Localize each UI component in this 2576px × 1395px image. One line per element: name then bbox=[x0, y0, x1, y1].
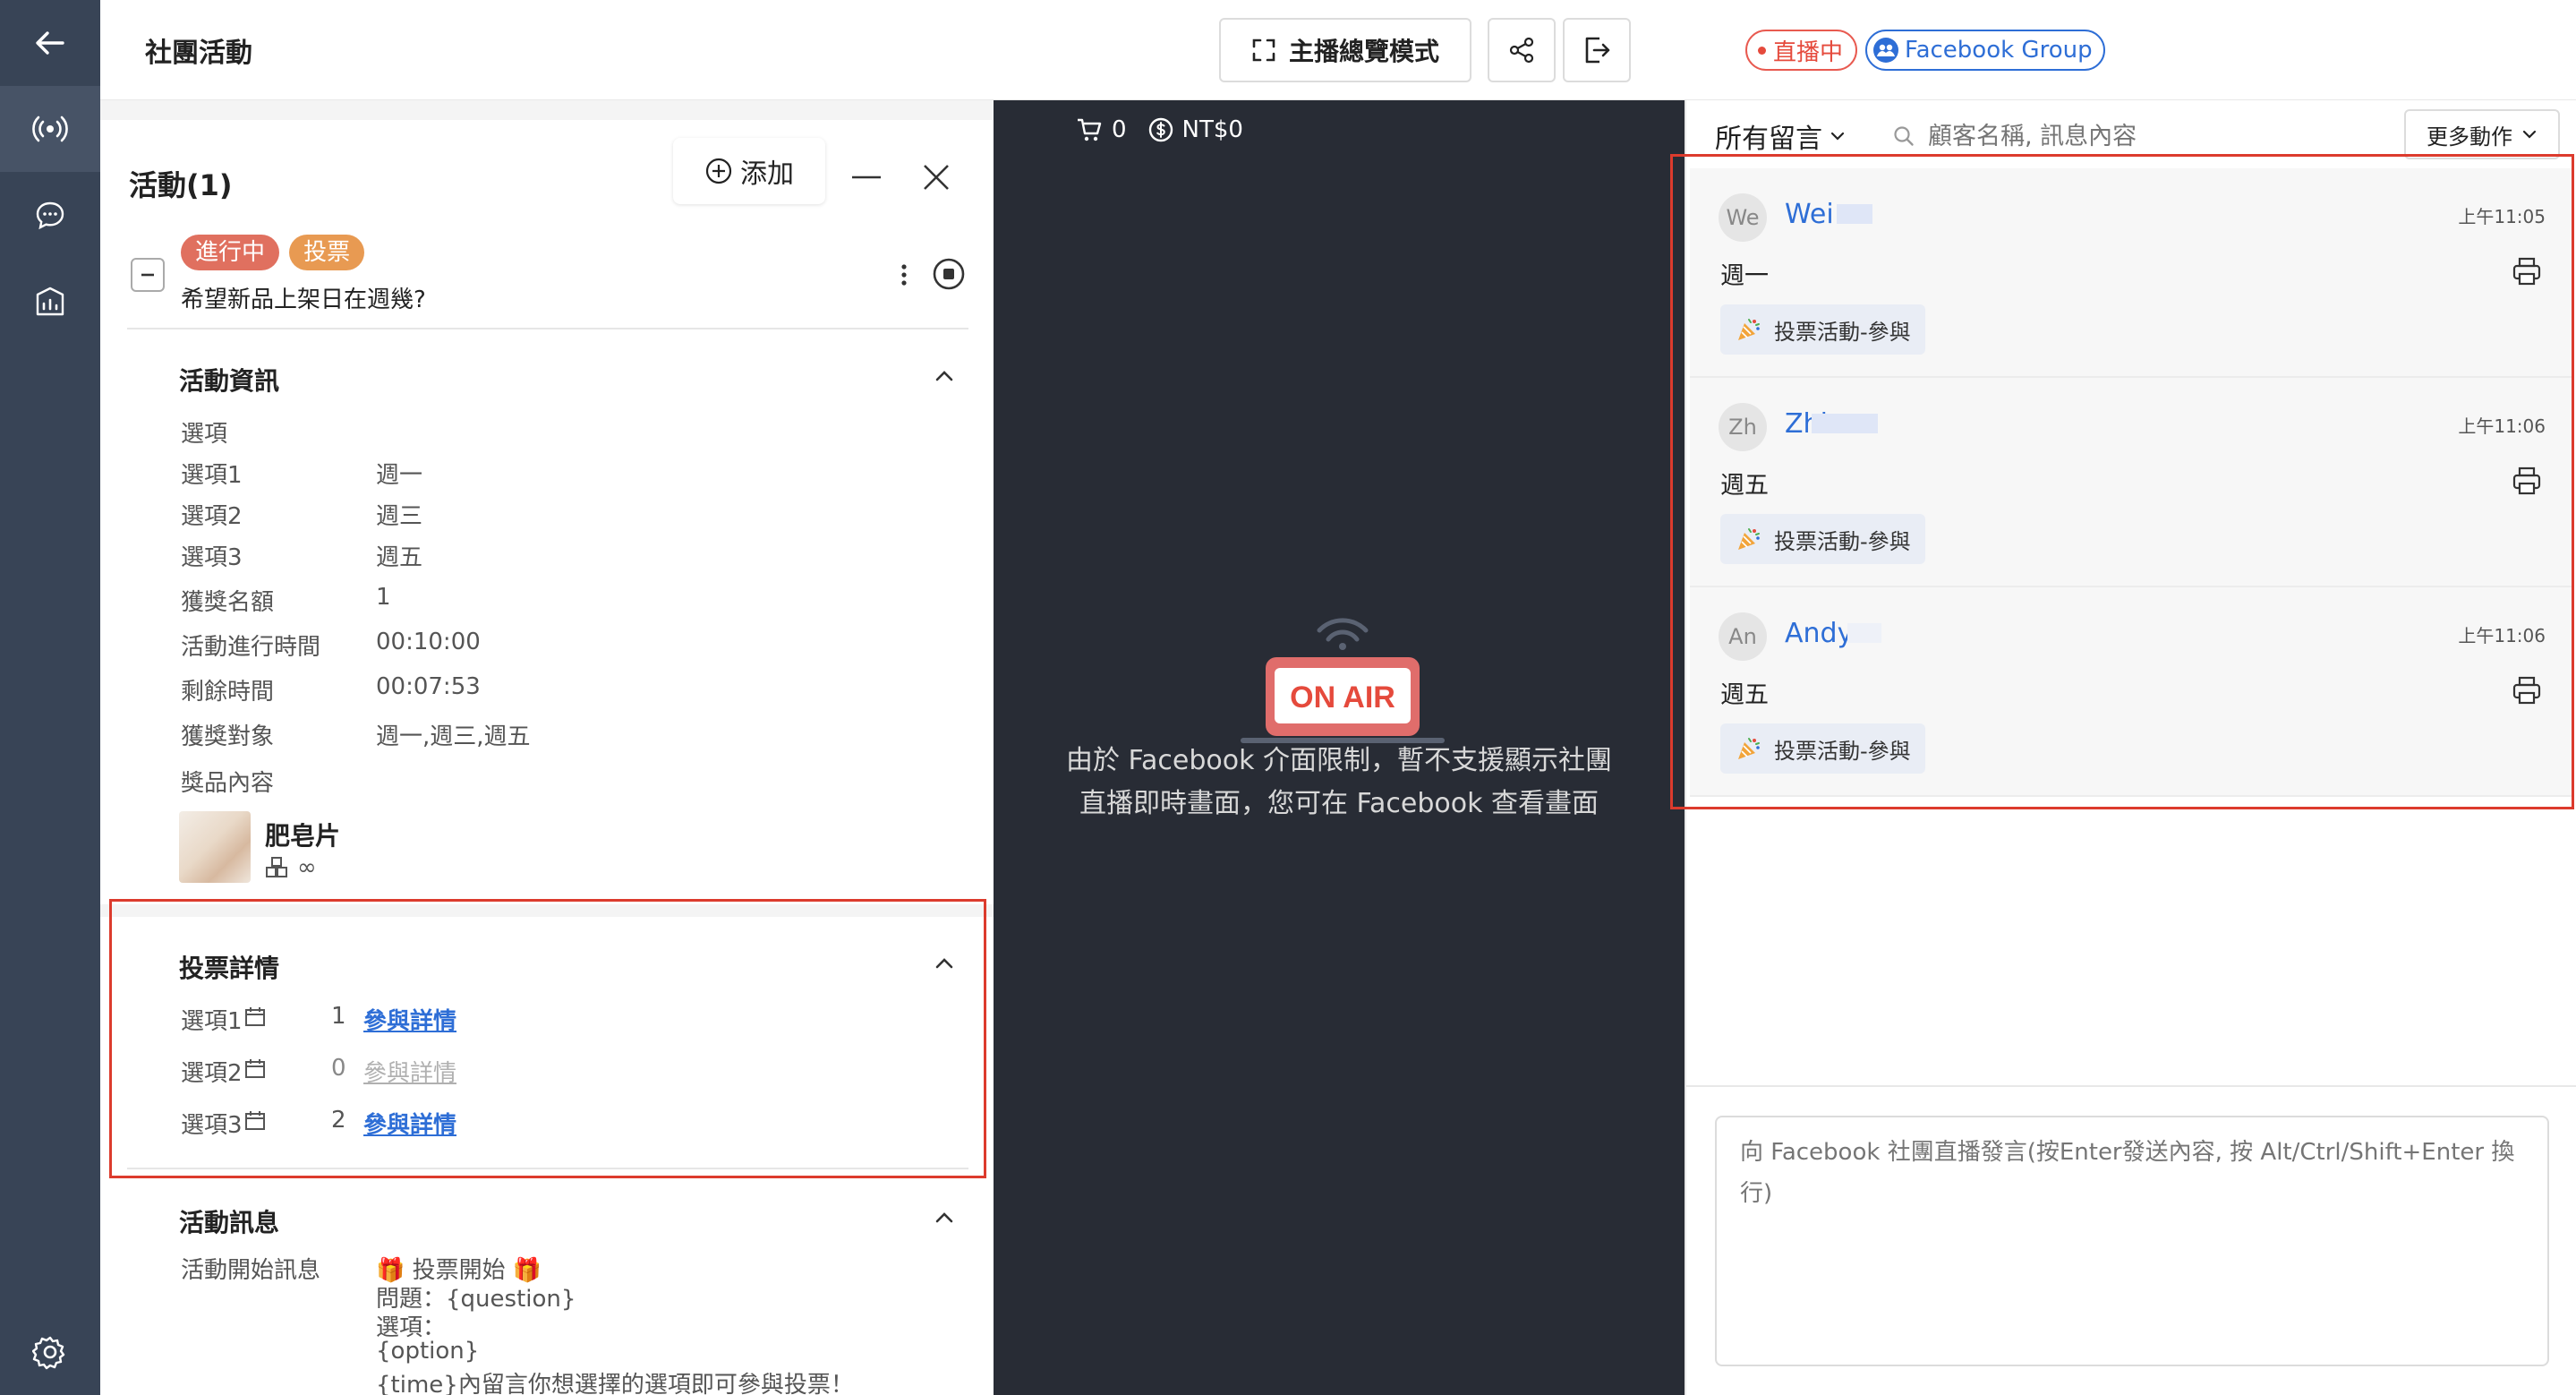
info-row-value: 週一 bbox=[376, 462, 423, 489]
status-tag: 進行中 bbox=[181, 235, 280, 270]
info-row-label: 獲獎名額 bbox=[181, 589, 275, 616]
prize-thumbnail bbox=[179, 811, 251, 883]
overview-mode-label: 主播總覽模式 bbox=[1288, 37, 1439, 66]
activity-messages-title: 活動訊息 bbox=[179, 1208, 280, 1237]
info-row-value: 週三 bbox=[376, 503, 423, 530]
info-row-label: 剩餘時間 bbox=[181, 679, 275, 706]
dollar-circle-icon bbox=[1148, 117, 1173, 142]
back-button[interactable] bbox=[0, 0, 100, 86]
info-row-value: 00:07:53 bbox=[376, 673, 481, 700]
live-status-badge: 直播中 bbox=[1745, 30, 1858, 71]
start-message-line: {option} bbox=[376, 1338, 480, 1365]
info-row-value: 週一,週三,週五 bbox=[376, 723, 531, 750]
more-options-button[interactable] bbox=[895, 261, 913, 292]
start-message-label: 活動開始訊息 bbox=[181, 1257, 321, 1284]
minimize-button[interactable] bbox=[850, 161, 883, 197]
gear-icon bbox=[32, 1336, 65, 1370]
chevron-up-icon bbox=[935, 371, 953, 381]
prize-name: 肥皂片 bbox=[265, 821, 341, 851]
minus-icon bbox=[141, 273, 154, 277]
info-row-label: 選項2 bbox=[181, 503, 243, 530]
overview-mode-button[interactable]: 主播總覽模式 bbox=[1219, 18, 1471, 82]
close-button[interactable] bbox=[920, 161, 952, 197]
add-activity-button[interactable]: 添加 bbox=[673, 138, 825, 204]
more-actions-button[interactable]: 更多動作 bbox=[2404, 109, 2560, 159]
page-title: 社團活動 bbox=[145, 38, 252, 69]
type-tag: 投票 bbox=[289, 235, 365, 270]
cart-icon bbox=[1078, 118, 1102, 141]
prize-stock: ∞ bbox=[265, 854, 317, 881]
live-dot-icon bbox=[1758, 46, 1766, 55]
stop-circle-icon bbox=[933, 258, 965, 290]
sidebar-item-analytics[interactable] bbox=[0, 258, 100, 344]
comment-search-box[interactable] bbox=[1892, 115, 2268, 158]
info-row-label: 選項3 bbox=[181, 544, 243, 571]
highlight-box bbox=[109, 899, 986, 1178]
more-vertical-icon bbox=[901, 264, 907, 286]
chevron-down-icon bbox=[1830, 132, 1845, 141]
info-row-label: 獲獎對象 bbox=[181, 723, 275, 750]
fullscreen-icon bbox=[1252, 39, 1275, 62]
order-amount: NT$0 bbox=[1181, 116, 1243, 143]
stream-notice: 由於 Facebook 介面限制，暫不支援顯示社團直播即時畫面，您可在 Face… bbox=[1065, 745, 1613, 819]
exit-button[interactable] bbox=[1563, 18, 1631, 82]
cart-summary: 0 NT$0 bbox=[1076, 116, 1243, 143]
activity-panel: 活動(1) 添加 進行中 投票 希望新品上架日在週幾? 活動資訊 選項 選項1 … bbox=[100, 100, 994, 1395]
info-row-label: 活動進行時間 bbox=[181, 634, 321, 661]
activity-tags: 進行中 投票 bbox=[181, 235, 370, 270]
info-row-value: 1 bbox=[376, 584, 391, 611]
options-label: 選項 bbox=[181, 421, 228, 448]
share-button[interactable] bbox=[1488, 18, 1556, 82]
facebook-group-badge[interactable]: Facebook Group bbox=[1865, 30, 2105, 71]
sidebar bbox=[0, 0, 100, 1395]
activity-info-title: 活動資訊 bbox=[179, 366, 280, 396]
arrow-left-icon bbox=[36, 31, 64, 55]
prize-label: 獎品內容 bbox=[181, 770, 275, 797]
prize-quantity: ∞ bbox=[297, 854, 317, 881]
more-actions-label: 更多動作 bbox=[2427, 124, 2512, 150]
activity-title: 活動(1) bbox=[129, 168, 233, 202]
sidebar-item-messages[interactable] bbox=[0, 172, 100, 258]
highlight-box bbox=[1670, 154, 2574, 809]
collapse-info-button[interactable] bbox=[933, 367, 956, 389]
settings-button[interactable] bbox=[0, 1309, 100, 1395]
share-icon bbox=[1509, 37, 1534, 64]
start-message-line: {time}內留言你想選擇的選項即可參與投票！ bbox=[376, 1372, 854, 1395]
info-row-value: 00:10:00 bbox=[376, 629, 481, 655]
stop-activity-button[interactable] bbox=[931, 256, 967, 295]
comment-search-input[interactable] bbox=[1928, 122, 2250, 150]
broadcast-icon bbox=[32, 116, 68, 142]
info-row-label: 選項1 bbox=[181, 462, 243, 489]
chevron-up-icon bbox=[935, 1212, 953, 1223]
divider bbox=[1686, 1085, 2576, 1087]
group-icon bbox=[1873, 38, 1898, 63]
comment-compose-input[interactable] bbox=[1715, 1116, 2549, 1366]
collapse-messages-button[interactable] bbox=[933, 1209, 956, 1230]
store-chart-icon bbox=[36, 287, 64, 316]
add-activity-label: 添加 bbox=[740, 158, 794, 190]
search-icon bbox=[1894, 126, 1914, 146]
cart-count: 0 bbox=[1112, 116, 1127, 143]
live-badge-label: 直播中 bbox=[1773, 39, 1844, 66]
on-air-text: ON AIR bbox=[1290, 680, 1395, 715]
top-bar: 社團活動 直播中 Facebook Group 主播總覽模式 bbox=[100, 0, 2576, 100]
chevron-down-icon bbox=[2522, 130, 2537, 139]
divider bbox=[127, 328, 968, 329]
minus-icon bbox=[852, 175, 881, 179]
collapse-toggle[interactable] bbox=[131, 258, 165, 292]
close-icon bbox=[924, 165, 949, 190]
exit-icon bbox=[1585, 37, 1610, 64]
stream-panel: 0 NT$0 ON AIR 由於 Facebook 介面限制，暫不支援顯示社團直… bbox=[994, 100, 1685, 1395]
sidebar-item-live[interactable] bbox=[0, 86, 100, 172]
chat-bubble-icon bbox=[36, 201, 64, 230]
plus-circle-icon bbox=[705, 158, 732, 184]
info-row-value: 週五 bbox=[376, 544, 423, 571]
on-air-sign-icon: ON AIR bbox=[1241, 618, 1445, 743]
comment-filter-dropdown[interactable]: 所有留言 bbox=[1715, 116, 1846, 156]
activity-question: 希望新品上架日在週幾? bbox=[181, 287, 426, 313]
facebook-group-label: Facebook Group bbox=[1905, 37, 2093, 64]
comment-filter-label: 所有留言 bbox=[1715, 124, 1822, 155]
boxes-icon bbox=[266, 857, 287, 877]
